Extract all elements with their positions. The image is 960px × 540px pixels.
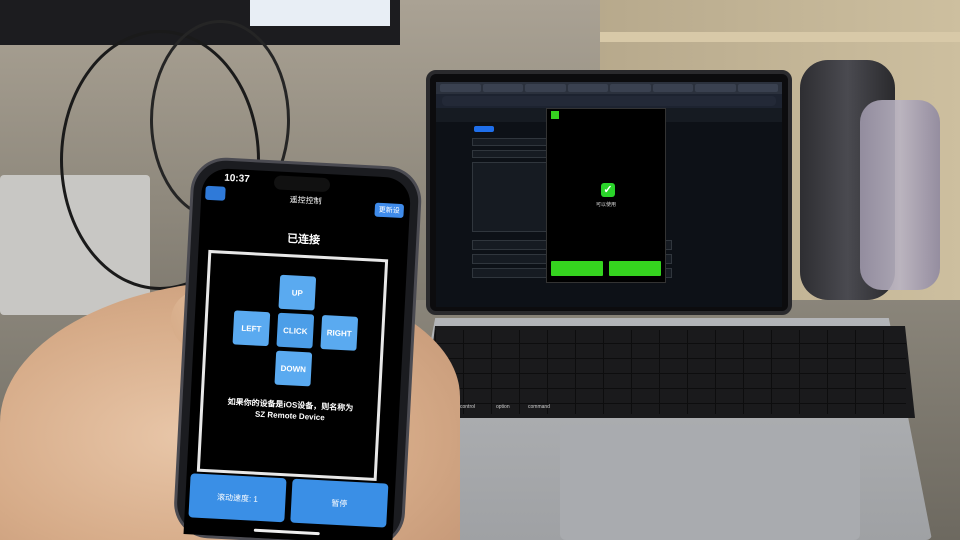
control-key[interactable]: control	[460, 404, 475, 410]
shelf-board	[600, 32, 960, 42]
phone-screen: 10:37 遥控控制 更新设 已连接 UP LEFT CLICK RIGHT D…	[183, 167, 412, 540]
overlay-status-text: 可以使用	[595, 202, 616, 208]
purple-bottle	[860, 100, 940, 290]
tagging-suggestions-panel	[686, 152, 776, 262]
browser-tab[interactable]	[737, 84, 778, 92]
home-indicator	[253, 528, 320, 536]
command-key[interactable]: command	[528, 404, 550, 410]
browser-tab[interactable]	[695, 84, 736, 92]
laptop-keyboard: control option command	[425, 326, 915, 418]
browser-tab[interactable]	[610, 84, 651, 92]
release-notes-editor[interactable]	[472, 162, 548, 232]
browser-tab[interactable]	[440, 84, 481, 92]
scroll-speed-button[interactable]: 滚动速度: 1	[188, 473, 287, 523]
browser-tab[interactable]	[525, 84, 566, 92]
trackpad[interactable]	[560, 425, 860, 540]
overlay-right-button[interactable]	[609, 261, 661, 276]
smartphone: 10:37 遥控控制 更新设 已连接 UP LEFT CLICK RIGHT D…	[175, 159, 420, 540]
browser-tab-bar[interactable]	[436, 82, 782, 94]
monitor-screen-edge	[250, 0, 390, 26]
browser-tab[interactable]	[652, 84, 693, 92]
control-pad[interactable]: UP LEFT CLICK RIGHT DOWN 如果你的设备是iOS设备，则名…	[196, 249, 389, 482]
window-control[interactable]	[551, 111, 559, 119]
connection-status: 已连接	[286, 233, 321, 247]
keyboard-keys	[434, 330, 906, 414]
check-icon: ✓	[601, 183, 615, 197]
click-button[interactable]: CLICK	[276, 312, 315, 349]
option-key[interactable]: option	[496, 404, 510, 410]
browser-tab[interactable]	[567, 84, 608, 92]
down-button[interactable]: DOWN	[274, 350, 313, 387]
browser-tab[interactable]	[482, 84, 523, 92]
photo-scene: ✓ 可以使用 control option command 10:37 遥控控制…	[0, 0, 960, 540]
pause-button[interactable]: 暂停	[290, 478, 389, 528]
overlay-left-button[interactable]	[551, 261, 603, 276]
release-title-input[interactable]	[472, 150, 548, 158]
left-button[interactable]: LEFT	[232, 310, 271, 347]
remote-status-window: ✓ 可以使用	[546, 108, 666, 283]
choose-tag-button[interactable]	[472, 138, 550, 146]
header-right-button[interactable]: 更新设	[374, 202, 405, 219]
dynamic-island	[273, 175, 331, 193]
releases-tab[interactable]	[474, 126, 494, 132]
address-bar[interactable]	[442, 96, 776, 106]
status-time: 10:37	[223, 172, 251, 185]
up-button[interactable]: UP	[278, 274, 317, 311]
right-button[interactable]: RIGHT	[320, 314, 359, 351]
